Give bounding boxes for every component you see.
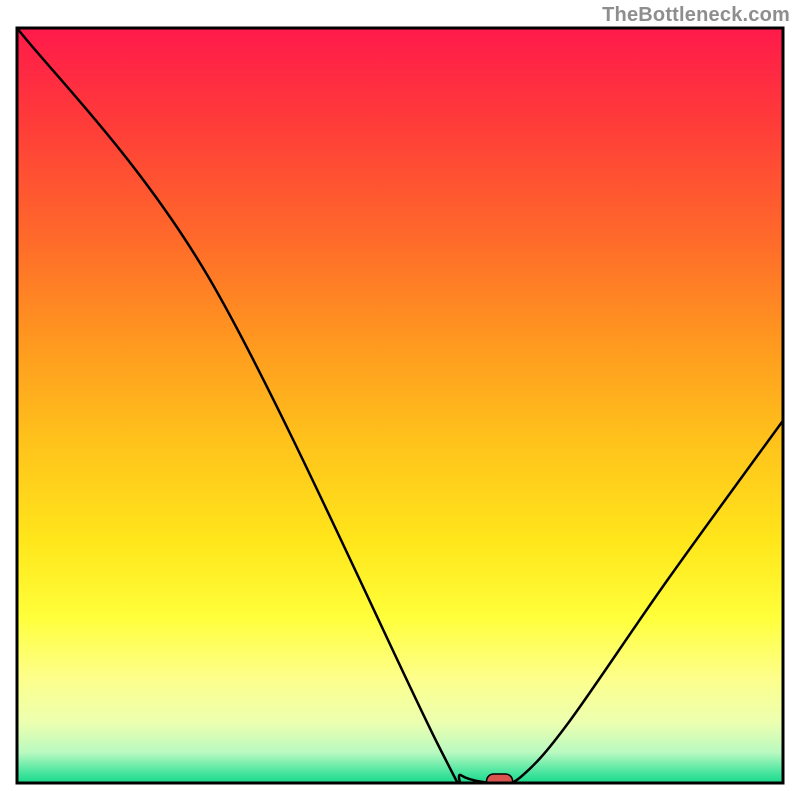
optimal-point-marker	[487, 774, 513, 788]
attribution-label: TheBottleneck.com	[602, 4, 790, 27]
chart-stage: TheBottleneck.com	[0, 0, 800, 800]
gradient-background	[17, 28, 783, 783]
bottleneck-chart	[0, 0, 800, 800]
